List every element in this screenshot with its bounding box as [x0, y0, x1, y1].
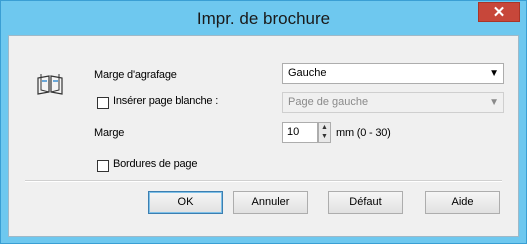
page-borders-label: Bordures de page: [113, 158, 198, 170]
binding-margin-value: Gauche: [288, 67, 327, 79]
blank-page-value: Page de gauche: [288, 96, 369, 108]
margin-unit: mm (0 - 30): [336, 127, 391, 139]
margin-input[interactable]: 10: [282, 122, 318, 143]
chevron-down-icon: ▼: [489, 97, 499, 108]
dialog-client: Marge d'agrafage Gauche ▼ Insérer page b…: [8, 35, 519, 237]
blank-page-select[interactable]: Page de gauche ▼: [282, 92, 504, 113]
booklet-icon: [37, 74, 63, 95]
insert-blank-checkbox[interactable]: [97, 97, 109, 109]
insert-blank-label: Insérer page blanche :: [113, 95, 219, 107]
close-button[interactable]: ✕: [478, 2, 520, 22]
separator: [25, 180, 502, 182]
close-icon: ✕: [492, 4, 506, 21]
margin-label: Marge: [94, 127, 125, 139]
title-bar: Impr. de brochure ✕: [1, 1, 526, 35]
margin-stepper[interactable]: ▲ ▼: [318, 122, 331, 143]
binding-margin-label: Marge d'agrafage: [94, 69, 177, 81]
default-button[interactable]: Défaut: [328, 191, 403, 214]
ok-button[interactable]: OK: [148, 191, 223, 214]
help-button[interactable]: Aide: [425, 191, 500, 214]
page-borders-checkbox[interactable]: [97, 160, 109, 172]
binding-margin-select[interactable]: Gauche ▼: [282, 63, 504, 84]
cancel-button[interactable]: Annuler: [233, 191, 308, 214]
dialog-window: Impr. de brochure ✕ Marge d'agrafage Gau…: [0, 0, 527, 244]
chevron-down-icon: ▼: [489, 68, 499, 79]
stepper-up-icon[interactable]: ▲: [319, 123, 330, 132]
dialog-title: Impr. de brochure: [196, 9, 331, 28]
stepper-down-icon[interactable]: ▼: [319, 132, 330, 141]
